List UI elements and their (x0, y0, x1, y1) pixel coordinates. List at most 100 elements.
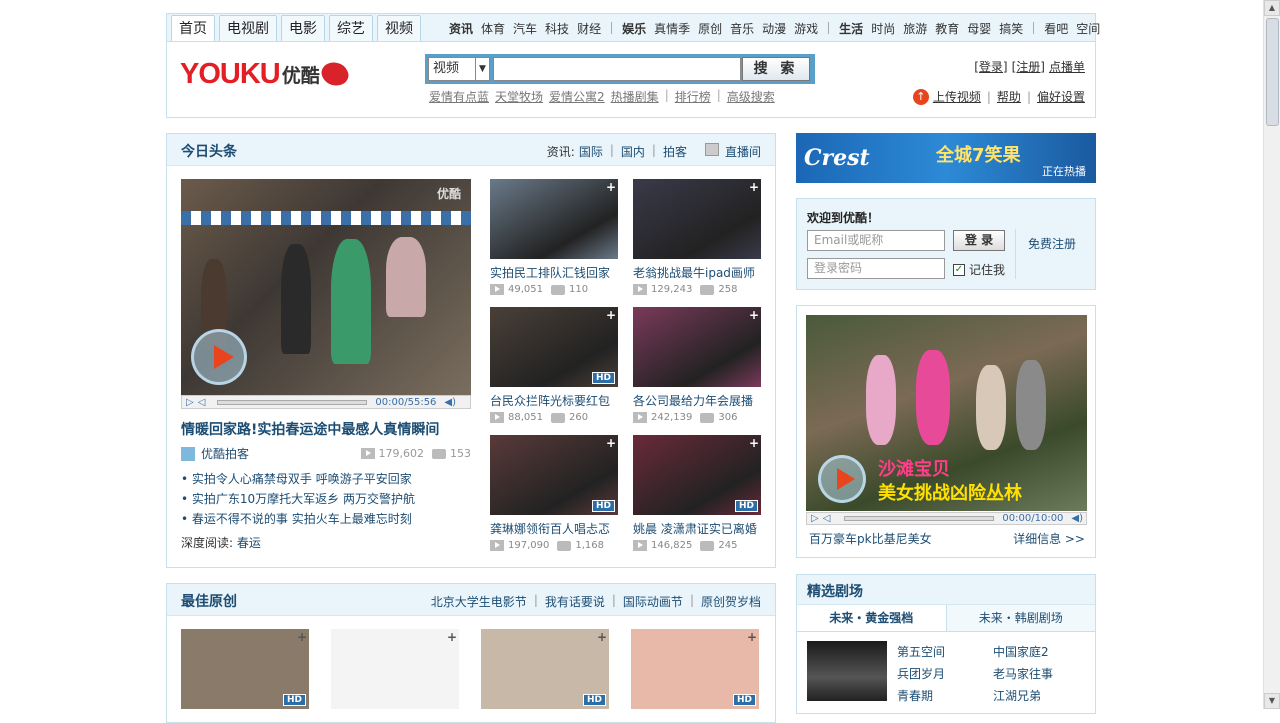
tab-korean[interactable]: 未来・韩剧剧场 (946, 605, 1095, 631)
video-title[interactable]: 龚琳娜领衔百人唱忐忑 (490, 520, 618, 537)
add-playlist-icon[interactable]: + (606, 308, 616, 322)
nav-tab[interactable]: 综艺 (329, 15, 373, 43)
video-thumb-card[interactable]: + 实拍民工排队汇钱回家 49,051 110 (490, 179, 618, 295)
original-link[interactable]: 北京大学生电影节 (431, 593, 527, 610)
nav-category-link[interactable]: 旅游 (903, 20, 927, 37)
hot-word-link[interactable]: 天堂牧场 (495, 88, 543, 105)
video-thumbnail[interactable]: + HD (181, 629, 309, 709)
video-thumb-card[interactable]: + HD (481, 629, 609, 709)
nav-category-link[interactable]: 空间 (1076, 20, 1100, 37)
video-thumbnail[interactable]: + HD (490, 307, 618, 387)
list-item[interactable]: 春运不得不说的事 实拍火车上最难忘时刻 (181, 509, 415, 529)
remember-me[interactable]: ✓ 记住我 (953, 261, 1005, 278)
main-video-title[interactable]: 情暖回家路!实拍春运途中最感人真情瞬间 (181, 419, 439, 439)
video-thumbnail[interactable]: + HD (481, 629, 609, 709)
drama-poster[interactable] (807, 641, 887, 701)
register-link[interactable]: [注册] (1012, 58, 1045, 75)
nav-category-link[interactable]: 时尚 (871, 20, 895, 37)
add-playlist-icon[interactable]: + (447, 630, 457, 644)
vertical-scrollbar[interactable]: ▲ ▼ (1263, 0, 1280, 709)
hot-word-link[interactable]: 排行榜 (675, 88, 711, 105)
add-playlist-icon[interactable]: + (749, 436, 759, 450)
nav-tab[interactable]: 首页 (171, 15, 215, 44)
checkbox-checked-icon[interactable]: ✓ (953, 263, 965, 276)
youku-logo[interactable]: YOUKU 优酷 (180, 56, 351, 92)
video-thumbnail[interactable]: + HD (490, 435, 618, 515)
add-playlist-icon[interactable]: + (606, 436, 616, 450)
prev-icon[interactable]: ◁ (823, 513, 831, 524)
original-link[interactable]: 原创贺岁档 (701, 593, 761, 610)
link-live[interactable]: 直播间 (725, 143, 761, 160)
help-link[interactable]: 帮助 (997, 88, 1021, 105)
video-title[interactable]: 姚晨 凌潇肃证实已离婚 (633, 520, 761, 537)
nav-category-link[interactable]: 搞笑 (999, 20, 1023, 37)
featured-caption[interactable]: 百万豪车pk比基尼美女 (809, 530, 932, 547)
play-button-icon[interactable] (191, 329, 247, 385)
video-thumb-card[interactable]: + HD (631, 629, 759, 709)
add-playlist-icon[interactable]: + (597, 630, 607, 644)
volume-icon[interactable]: ◀) (444, 397, 456, 408)
add-playlist-icon[interactable]: + (749, 180, 759, 194)
featured-more-link[interactable]: 详细信息 >> (1013, 530, 1085, 547)
drama-item[interactable]: 中国家庭2 (993, 643, 1089, 660)
add-playlist-icon[interactable]: + (297, 630, 307, 644)
drama-item[interactable]: 江湖兄弟 (993, 687, 1089, 704)
nav-category-link[interactable]: 原创 (698, 20, 722, 37)
video-thumb-card[interactable]: + HD 台民众拦阵光标要红包 88,051 260 (490, 307, 618, 423)
original-link[interactable]: 国际动画节 (623, 593, 683, 610)
seek-bar[interactable] (217, 399, 368, 405)
search-input[interactable] (493, 57, 741, 81)
nav-tab[interactable]: 视频 (377, 15, 421, 43)
nav-category-link[interactable]: 体育 (481, 20, 505, 37)
nav-category-link[interactable]: 母婴 (967, 20, 991, 37)
original-link[interactable]: 我有话要说 (545, 593, 605, 610)
prev-icon[interactable]: ◁ (198, 397, 206, 408)
video-thumbnail[interactable]: + (633, 307, 761, 387)
nav-category-link[interactable]: 财经 (577, 20, 601, 37)
add-playlist-icon[interactable]: + (606, 180, 616, 194)
nav-category-link[interactable]: 科技 (545, 20, 569, 37)
register-link[interactable]: 免费注册 (1028, 235, 1076, 252)
list-item[interactable]: 实拍令人心痛禁母双手 呼唤游子平安回家 (181, 469, 415, 489)
hot-word-link[interactable]: 热播剧集 (611, 88, 659, 105)
nav-category-link[interactable]: 娱乐 (622, 20, 646, 37)
nav-category-link[interactable]: 教育 (935, 20, 959, 37)
link-international[interactable]: 国际 (579, 143, 603, 160)
featured-video-player[interactable]: 沙滩宝贝 美女挑战凶险丛林 (806, 315, 1087, 511)
drama-item[interactable]: 老马家往事 (993, 665, 1089, 682)
upload-video-link[interactable]: 上传视频 (933, 88, 981, 105)
search-type-select[interactable]: 视频 ▼ (428, 57, 490, 81)
video-thumbnail[interactable]: + (633, 179, 761, 259)
video-thumbnail[interactable]: + (331, 629, 459, 709)
video-thumb-card[interactable]: + HD 姚晨 凌潇肃证实已离婚 146,825 245 (633, 435, 761, 551)
main-video-player[interactable]: 优酷 (181, 179, 471, 395)
nav-category-link[interactable]: 音乐 (730, 20, 754, 37)
volume-icon[interactable]: ◀) (1071, 513, 1083, 524)
nav-category-link[interactable]: 游戏 (794, 20, 818, 37)
nav-tab[interactable]: 电视剧 (219, 15, 277, 43)
preferences-link[interactable]: 偏好设置 (1037, 88, 1085, 105)
hot-word-link[interactable]: 爱情有点蓝 (429, 88, 489, 105)
nav-category-link[interactable]: 真情季 (654, 20, 690, 37)
nav-category-link[interactable]: 生活 (839, 20, 863, 37)
scroll-thumb[interactable] (1266, 18, 1279, 126)
video-thumb-card[interactable]: + (331, 629, 459, 709)
video-thumbnail[interactable]: + HD (631, 629, 759, 709)
video-title[interactable]: 各公司最给力年会展播 (633, 392, 761, 409)
nav-category-link[interactable]: 动漫 (762, 20, 786, 37)
login-link[interactable]: [登录] (974, 58, 1007, 75)
video-thumb-card[interactable]: + HD 龚琳娜领衔百人唱忐忑 197,090 1,168 (490, 435, 618, 551)
scroll-down-icon[interactable]: ▼ (1264, 693, 1280, 709)
nav-category-link[interactable]: 资讯 (449, 20, 473, 37)
play-small-icon[interactable]: ▷ (811, 513, 819, 524)
video-thumb-card[interactable]: + 老翁挑战最牛ipad画师 129,243 258 (633, 179, 761, 295)
email-field[interactable]: Email或昵称 (807, 230, 945, 251)
playlist-link[interactable]: 点播单 (1049, 58, 1085, 75)
hot-word-link[interactable]: 爱情公寓2 (549, 88, 605, 105)
video-title[interactable]: 台民众拦阵光标要红包 (490, 392, 618, 409)
drama-item[interactable]: 兵团岁月 (897, 665, 993, 682)
password-field[interactable]: 登录密码 (807, 258, 945, 279)
video-title[interactable]: 老翁挑战最牛ipad画师 (633, 264, 761, 281)
seek-bar[interactable] (844, 516, 995, 521)
scroll-up-icon[interactable]: ▲ (1264, 0, 1280, 16)
